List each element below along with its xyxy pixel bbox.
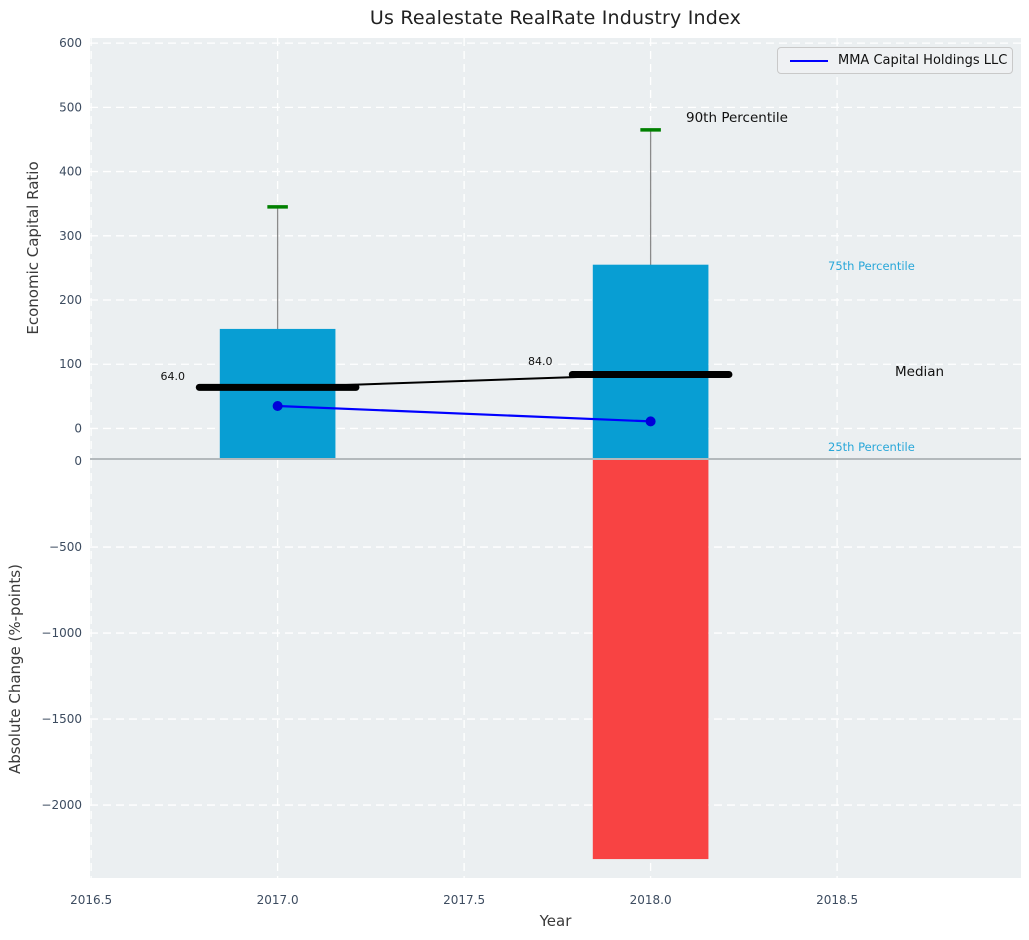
y-axis-label-bottom: Absolute Change (%-points) [6,564,24,774]
y-tick-label: 500 [59,100,82,114]
y-tick-label: 0 [74,454,82,468]
bottom-panel-background [90,460,1021,878]
y-tick-label: 600 [59,36,82,50]
median-value-label-2017: 64.0 [153,370,185,383]
percentile-box-bar [220,329,336,458]
y-tick-label: 300 [59,229,82,243]
y-tick-label: 0 [74,421,82,435]
chart-title: Us Realestate RealRate Industry Index [90,7,1021,29]
median-value-label-2018: 84.0 [528,355,553,368]
annotation-75th-percentile: 75th Percentile [828,259,915,273]
x-axis-label: Year [90,912,1021,930]
y-tick-label: 200 [59,293,82,307]
y-tick-label: −1500 [41,712,82,726]
percentile-box-bar [593,265,709,458]
legend-label: MMA Capital Holdings LLC [838,53,1007,68]
y-axis-label-top: Economic Capital Ratio [24,161,42,334]
x-tick-label: 2018.0 [630,893,672,907]
annotation-25th-percentile: 25th Percentile [828,440,915,454]
y-tick-label: −2000 [41,798,82,812]
legend-line-swatch [790,60,828,62]
x-tick-label: 2016.5 [70,893,112,907]
company-marker [273,401,283,411]
company-marker [646,416,656,426]
x-tick-label: 2018.5 [816,893,858,907]
y-tick-label: 400 [59,165,82,179]
y-tick-label: −1000 [41,626,82,640]
change-bar [593,460,709,859]
y-tick-label: 100 [59,357,82,371]
x-tick-label: 2017.0 [257,893,299,907]
legend-box: MMA Capital Holdings LLC [777,47,1013,74]
annotation-90th-percentile: 90th Percentile [686,110,788,126]
x-tick-label: 2017.5 [443,893,485,907]
chart-canvas: 2016.5 2017.0 2017.5 2018.0 2018.5 600 500 400 3… [0,0,1029,940]
y-tick-label: −500 [49,540,82,554]
chart-figure: 2016.5 2017.0 2017.5 2018.0 2018.5 600 500 400 3… [0,0,1029,940]
annotation-median: Median [895,364,944,380]
